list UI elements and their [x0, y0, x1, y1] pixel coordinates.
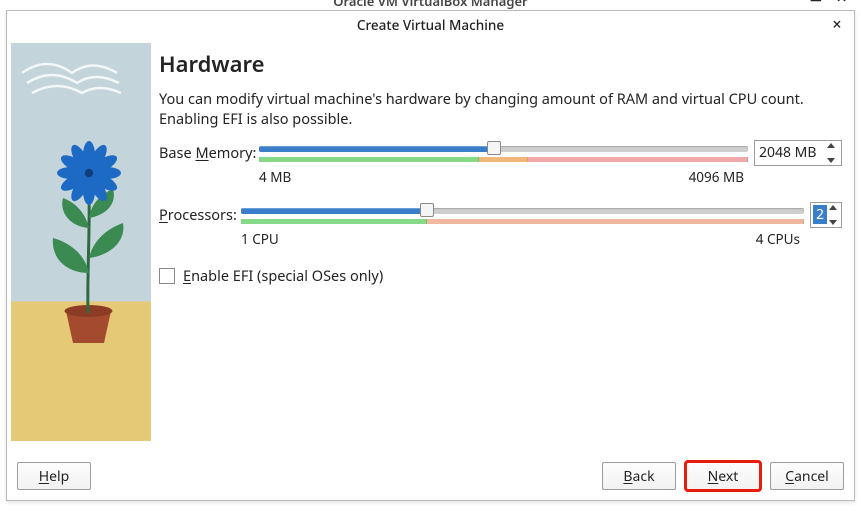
spin-down-icon[interactable] [827, 158, 835, 163]
processors-label: Processors: [159, 205, 235, 225]
help-button[interactable]: Help [17, 462, 91, 490]
processors-scale [241, 219, 804, 226]
memory-min-label: 4 MB [259, 168, 291, 186]
base-memory-slider[interactable] [259, 141, 748, 157]
next-button[interactable]: Next [686, 462, 760, 490]
dialog-footer: Help Back Next Cancel [7, 452, 854, 500]
wizard-illustration [11, 43, 151, 441]
efi-checkbox[interactable] [159, 268, 175, 284]
flower-icon [11, 43, 151, 441]
page-description: You can modify virtual machine's hardwar… [159, 89, 842, 130]
base-memory-spinbox[interactable]: 2048 MB [754, 140, 842, 166]
spin-up-icon[interactable] [827, 143, 835, 148]
base-memory-value: 2048 MB [759, 143, 825, 162]
create-vm-dialog: Create Virtual Machine × [6, 10, 855, 501]
parent-window-title: Oracle VM VirtualBox Manager [333, 0, 527, 10]
base-memory-label: Base Memory: [159, 143, 253, 163]
parent-window-titlebar: Oracle VM VirtualBox Manager ▭ ✕ [0, 0, 861, 10]
spin-down-icon[interactable] [829, 220, 837, 225]
spin-up-icon[interactable] [829, 205, 837, 210]
processors-value: 2 [813, 205, 827, 224]
memory-scale [259, 157, 748, 164]
base-memory-row: Base Memory: 2048 MB [159, 140, 842, 166]
close-parent-icon[interactable]: ✕ [836, 0, 847, 2]
page-title: Hardware [159, 49, 842, 79]
slider-thumb-icon[interactable] [420, 203, 434, 217]
cancel-button[interactable]: Cancel [770, 462, 844, 490]
dialog-titlebar: Create Virtual Machine × [7, 11, 854, 39]
close-icon[interactable]: × [828, 15, 846, 33]
processors-max-label: 4 CPUs [756, 230, 800, 248]
back-button[interactable]: Back [602, 462, 676, 490]
efi-checkbox-row: Enable EFI (special OSes only) [159, 266, 842, 286]
processors-spinbox[interactable]: 2 [810, 202, 842, 228]
dialog-title: Create Virtual Machine [357, 16, 504, 34]
slider-thumb-icon[interactable] [487, 141, 501, 155]
minimize-icon[interactable]: ▭ [810, 0, 822, 2]
efi-label: Enable EFI (special OSes only) [183, 266, 383, 286]
processors-min-label: 1 CPU [241, 230, 279, 248]
processors-slider[interactable] [241, 203, 804, 219]
processors-row: Processors: 2 [159, 202, 842, 228]
memory-max-label: 4096 MB [689, 168, 744, 186]
